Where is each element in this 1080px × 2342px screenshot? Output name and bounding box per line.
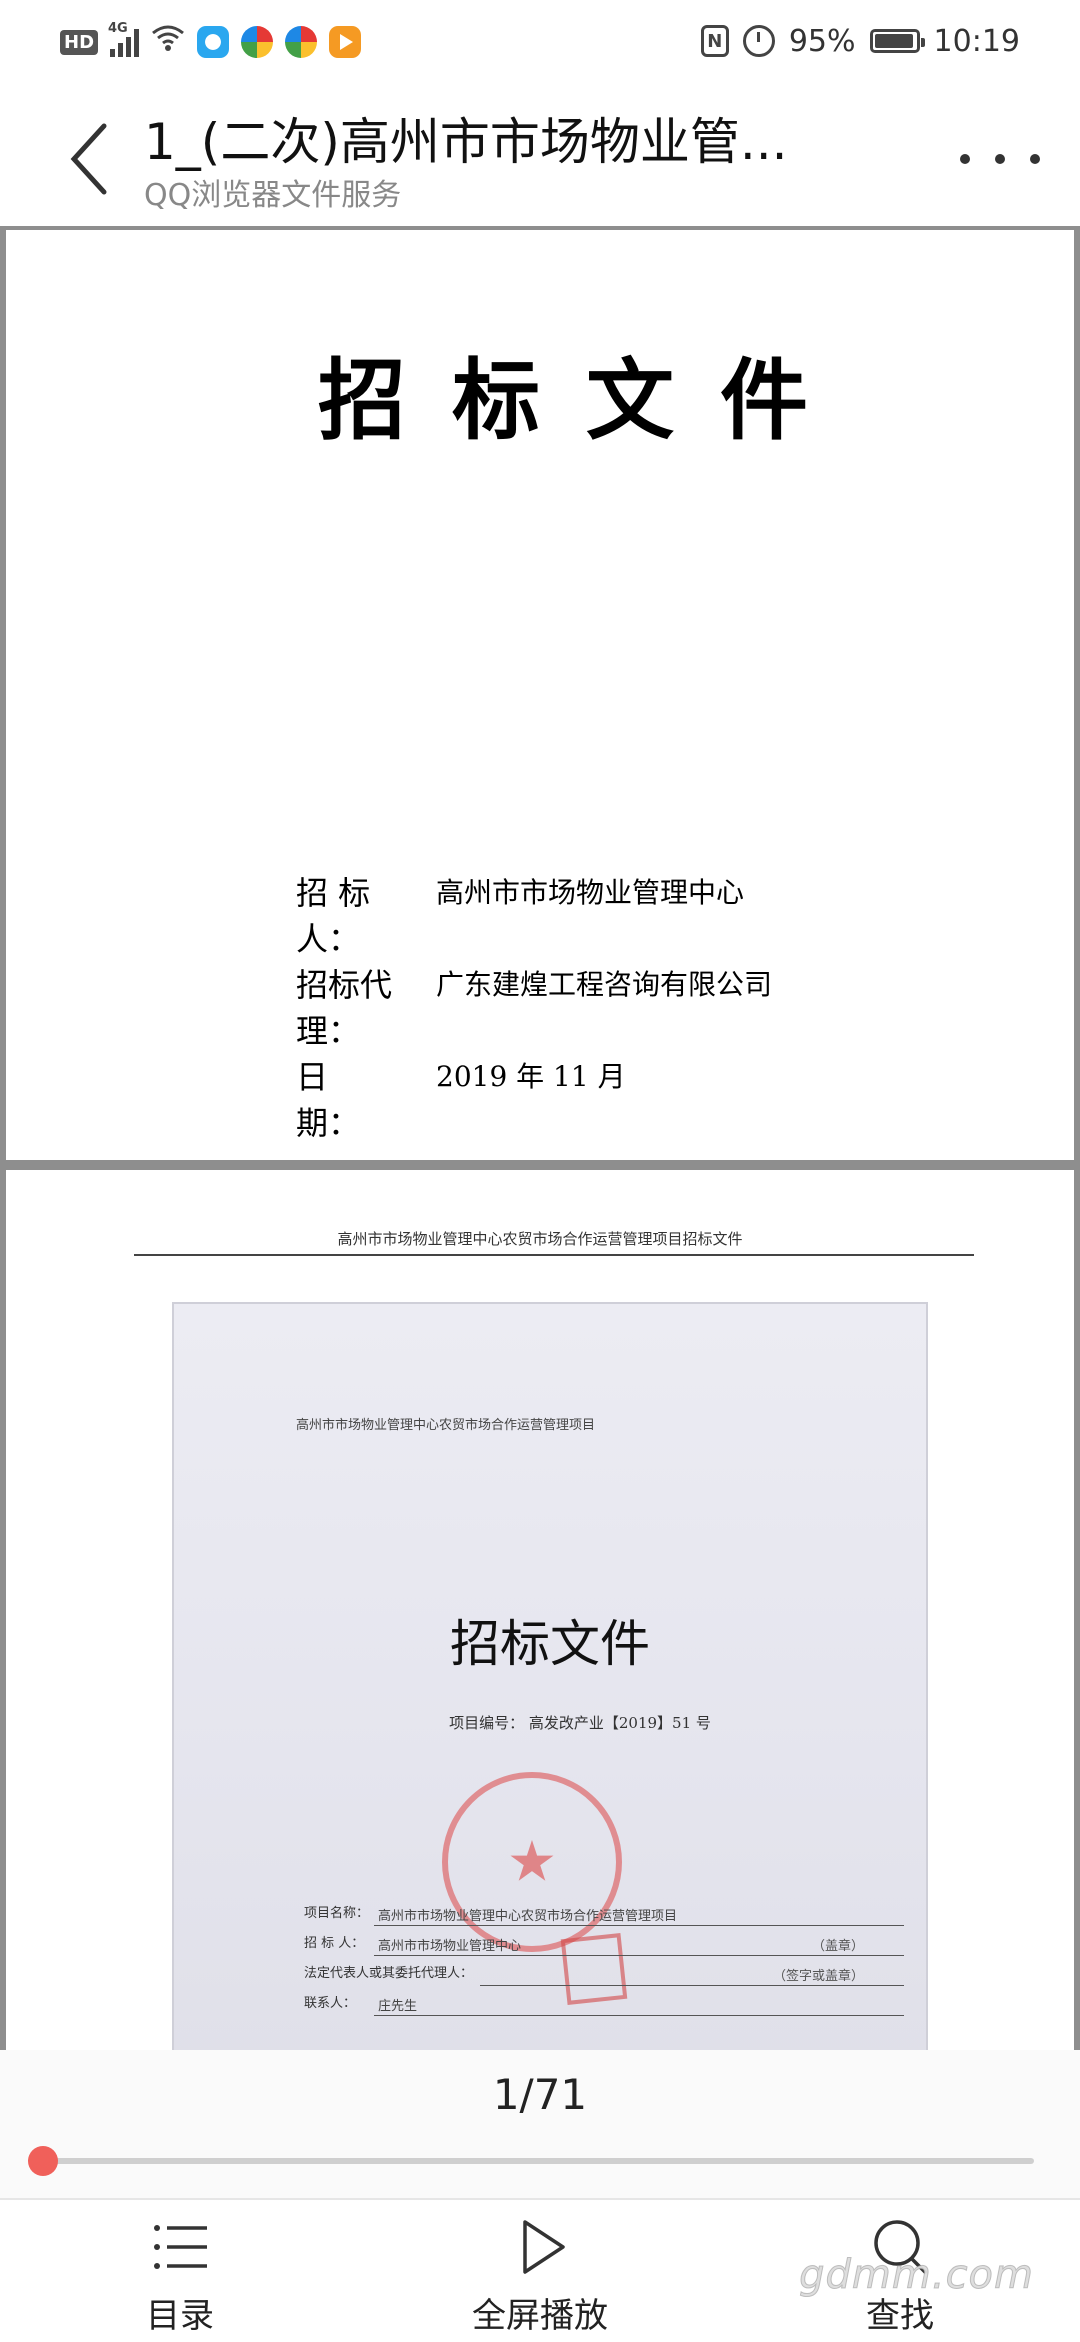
play-icon xyxy=(523,2220,565,2274)
video-play-icon xyxy=(329,26,362,58)
photo-field: 法定代表人或其委托代理人： （签字或盖章） xyxy=(304,1962,904,1992)
cover-info-label: 招 标 人： xyxy=(296,874,371,958)
photo-field: 招 标 人： 高州市市场物业管理中心 （盖章） xyxy=(304,1932,904,1962)
chevron-left-icon xyxy=(70,123,107,195)
fullscreen-play-label: 全屏播放 xyxy=(472,2296,608,2336)
cover-info-value: 2019 年 11 月 xyxy=(436,1060,626,1093)
field-underline xyxy=(374,1955,904,1956)
page-indicator: 1/71 xyxy=(492,2070,588,2119)
header-rule xyxy=(134,1254,974,1256)
cover-info-row: 日 期： 2019 年 11 月 xyxy=(296,1054,772,1146)
photo-fields: 项目名称： 高州市市场物业管理中心农贸市场合作运营管理项目 招 标 人： 高州市… xyxy=(304,1902,904,2022)
photo-field-value: 高州市市场物业管理中心 xyxy=(378,1939,522,1954)
battery-percent: 95% xyxy=(788,23,856,59)
field-underline xyxy=(374,2015,904,2016)
nfc-icon: N xyxy=(700,25,729,57)
cover-info-row: 招标代理： 广东建煌工程咨询有限公司 xyxy=(296,962,772,1054)
photo-field-note: （盖章） xyxy=(811,1939,864,1954)
page-navigator: 1/71 xyxy=(0,2050,1080,2200)
page-slider-track[interactable] xyxy=(44,2158,1034,2164)
more-dot-icon xyxy=(960,154,970,164)
field-underline xyxy=(374,1925,904,1926)
network-type: 4G xyxy=(108,21,128,36)
document-title: 1_(二次)高州市市场物业管... xyxy=(144,113,788,171)
status-bar: HD 4G N 95% 10:19 xyxy=(0,0,1080,84)
photo-field-note: （签字或盖章） xyxy=(772,1969,864,1984)
photo-field: 项目名称： 高州市市场物业管理中心农贸市场合作运营管理项目 xyxy=(304,1902,904,1932)
qq-browser-icon xyxy=(197,26,230,58)
site-watermark: gdmm.com xyxy=(799,2252,1034,2299)
seal-star-icon: ★ xyxy=(506,1829,558,1895)
status-bar-left: HD 4G xyxy=(60,21,362,62)
photo-field-label: 项目名称： xyxy=(304,1906,370,1921)
page-slider-thumb[interactable] xyxy=(28,2146,58,2176)
cover-info: 招 标 人： 高州市市场物业管理中心 招标代理： 广东建煌工程咨询有限公司 日 … xyxy=(296,870,772,1146)
document-page-2: 高州市市场物业管理中心农贸市场合作运营管理项目招标文件 高州市市场物业管理中心农… xyxy=(6,1170,1074,2050)
field-underline xyxy=(480,1985,904,1986)
cover-info-row: 招 标 人： 高州市市场物业管理中心 xyxy=(296,870,772,962)
cover-info-value: 高州市市场物业管理中心 xyxy=(436,876,745,909)
color-app-icon xyxy=(285,26,318,58)
photo-field-label: 招 标 人： xyxy=(304,1936,365,1951)
cover-title: 招标文件 xyxy=(317,349,854,452)
running-header: 高州市市场物业管理中心农贸市场合作运营管理项目招标文件 xyxy=(337,1230,743,1248)
cover-info-label: 日 期： xyxy=(296,1058,393,1142)
alarm-icon xyxy=(742,25,775,57)
toc-label: 目录 xyxy=(146,2296,214,2336)
photo-field-value: 高州市市场物业管理中心农贸市场合作运营管理项目 xyxy=(378,1909,678,1924)
photo-field: 联系人： 庄先生 xyxy=(304,1992,904,2022)
photo-project-name: 高州市市场物业管理中心农贸市场合作运营管理项目 xyxy=(296,1418,596,1433)
photo-field-label: 法定代表人或其委托代理人： xyxy=(304,1966,474,1981)
app-header: 1_(二次)高州市市场物业管... QQ浏览器文件服务 xyxy=(0,84,1080,228)
scanned-cover-photo: 高州市市场物业管理中心农贸市场合作运营管理项目 招标文件 项目编号： 高发改产业… xyxy=(174,1304,926,2050)
back-button[interactable] xyxy=(60,114,120,204)
document-source: QQ浏览器文件服务 xyxy=(144,178,402,213)
photo-field-value: 庄先生 xyxy=(378,1999,418,2014)
signal-icon: 4G xyxy=(108,21,140,57)
photo-project-code: 项目编号： 高发改产业【2019】51 号 xyxy=(449,1714,711,1732)
fullscreen-play-button[interactable]: 全屏播放 xyxy=(440,2216,640,2336)
color-app-icon xyxy=(241,26,274,58)
wifi-icon xyxy=(151,24,185,60)
hd-icon: HD xyxy=(60,29,99,55)
list-icon xyxy=(154,2225,207,2269)
status-bar-right: N 95% 10:19 xyxy=(700,18,1020,64)
toc-button[interactable]: 目录 xyxy=(80,2216,280,2336)
photo-field-label: 联系人： xyxy=(304,1996,357,2011)
more-options-button[interactable] xyxy=(960,134,1040,184)
more-dot-icon xyxy=(995,154,1005,164)
document-page-1: 招标文件 招 标 人： 高州市市场物业管理中心 招标代理： 广东建煌工程咨询有限… xyxy=(6,230,1074,1160)
cover-info-value: 广东建煌工程咨询有限公司 xyxy=(436,968,773,1001)
more-dot-icon xyxy=(1030,154,1040,164)
cover-info-label: 招标代理： xyxy=(296,966,393,1050)
clock: 10:19 xyxy=(933,23,1020,59)
document-viewer[interactable]: 招标文件 招 标 人： 高州市市场物业管理中心 招标代理： 广东建煌工程咨询有限… xyxy=(0,226,1080,2050)
battery-icon xyxy=(869,29,925,53)
photo-title: 招标文件 xyxy=(450,1615,650,1673)
battery-fill xyxy=(874,34,913,48)
